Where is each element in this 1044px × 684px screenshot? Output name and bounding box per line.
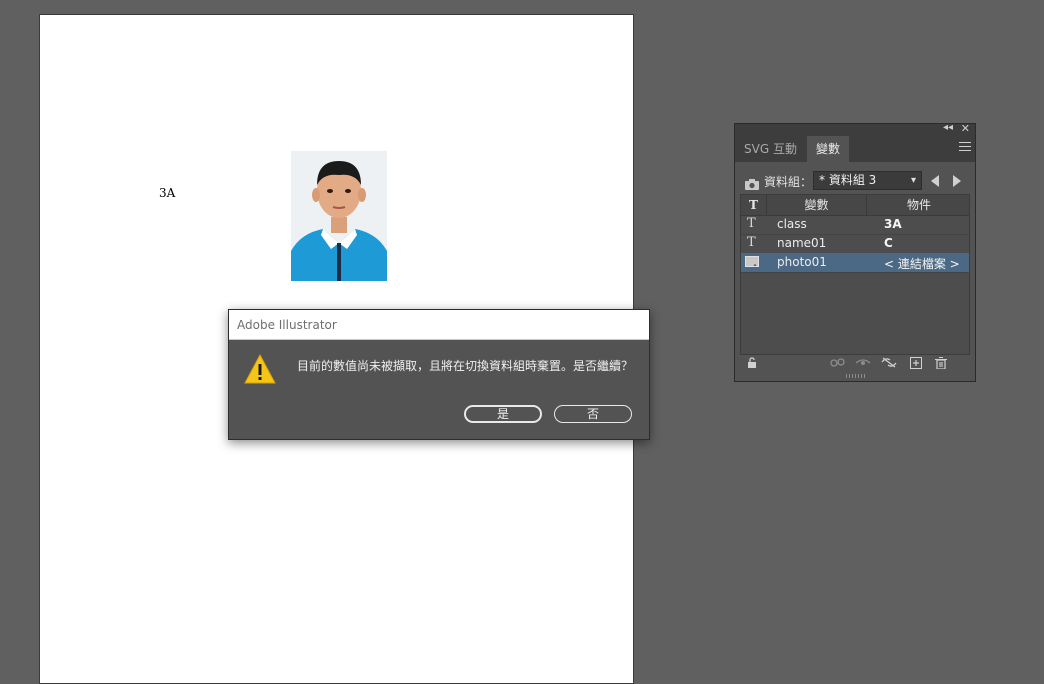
- resize-grip[interactable]: [846, 374, 866, 378]
- panel-titlebar: ◂◂ ✕: [735, 122, 975, 136]
- variable-name: class: [777, 217, 807, 231]
- variables-panel: ◂◂ ✕ SVG 互動 變數 資料組： * 資料組 3 ▾ T 變數 物件 T …: [734, 122, 976, 382]
- dataset-value: * 資料組 3: [819, 173, 877, 187]
- dataset-label: 資料組：: [764, 175, 813, 189]
- object-column-header[interactable]: 物件: [867, 195, 971, 215]
- student-photo[interactable]: [291, 151, 387, 281]
- confirm-dialog: Adobe Illustrator 目前的數值尚未被擷取，且將在切換資料組時棄置…: [228, 309, 650, 440]
- table-row[interactable]: T name01 C: [741, 234, 969, 254]
- no-button[interactable]: 否: [554, 405, 632, 423]
- table-row[interactable]: T class 3A: [741, 215, 969, 235]
- variable-name: name01: [777, 236, 827, 250]
- panel-tabbar: SVG 互動 變數: [735, 136, 975, 162]
- unlock-icon[interactable]: [747, 357, 757, 371]
- variables-table: T 變數 物件 T class 3A T name01 C photo01 < …: [740, 194, 970, 355]
- trash-icon[interactable]: [935, 356, 947, 372]
- dataset-select[interactable]: * 資料組 3 ▾: [813, 171, 922, 190]
- artboard-text-class[interactable]: 3A: [159, 186, 175, 200]
- variable-column-header[interactable]: 變數: [767, 195, 867, 215]
- chevron-down-icon: ▾: [910, 175, 916, 186]
- yes-button[interactable]: 是: [464, 405, 542, 423]
- variable-object: < 連結檔案 >: [884, 257, 960, 271]
- collapse-panel-icon[interactable]: ◂◂: [943, 122, 953, 133]
- make-dynamic-icon[interactable]: [829, 357, 847, 371]
- dialog-title: Adobe Illustrator: [229, 310, 649, 340]
- tab-variables[interactable]: 變數: [807, 136, 850, 162]
- next-dataset-icon[interactable]: [953, 175, 961, 187]
- image-icon: [745, 256, 759, 267]
- table-header: T 變數 物件: [741, 195, 969, 216]
- previous-dataset-icon[interactable]: [931, 175, 939, 187]
- dialog-message: 目前的數值尚未被擷取，且將在切換資料組時棄置。是否繼續？: [297, 359, 634, 373]
- panel-footer: [735, 356, 975, 373]
- text-variable-icon: T: [747, 216, 756, 231]
- variable-name: photo01: [777, 255, 827, 269]
- text-variable-icon: T: [747, 235, 756, 250]
- panel-menu-icon[interactable]: [959, 142, 971, 154]
- tab-svg-interactivity[interactable]: SVG 互動: [735, 136, 806, 162]
- make-visibility-dynamic-icon[interactable]: [854, 357, 872, 371]
- new-variable-icon[interactable]: [910, 357, 922, 372]
- type-column-header[interactable]: T: [741, 195, 767, 215]
- dataset-row: 資料組： * 資料組 3 ▾: [743, 171, 971, 191]
- variable-object: 3A: [884, 217, 902, 231]
- capture-dataset-icon[interactable]: [745, 175, 759, 190]
- table-row[interactable]: photo01 < 連結檔案 >: [741, 253, 969, 273]
- unbind-variable-icon[interactable]: [881, 357, 897, 371]
- variable-object: C: [884, 236, 893, 250]
- warning-icon: [244, 353, 276, 384]
- close-icon[interactable]: ✕: [961, 122, 970, 135]
